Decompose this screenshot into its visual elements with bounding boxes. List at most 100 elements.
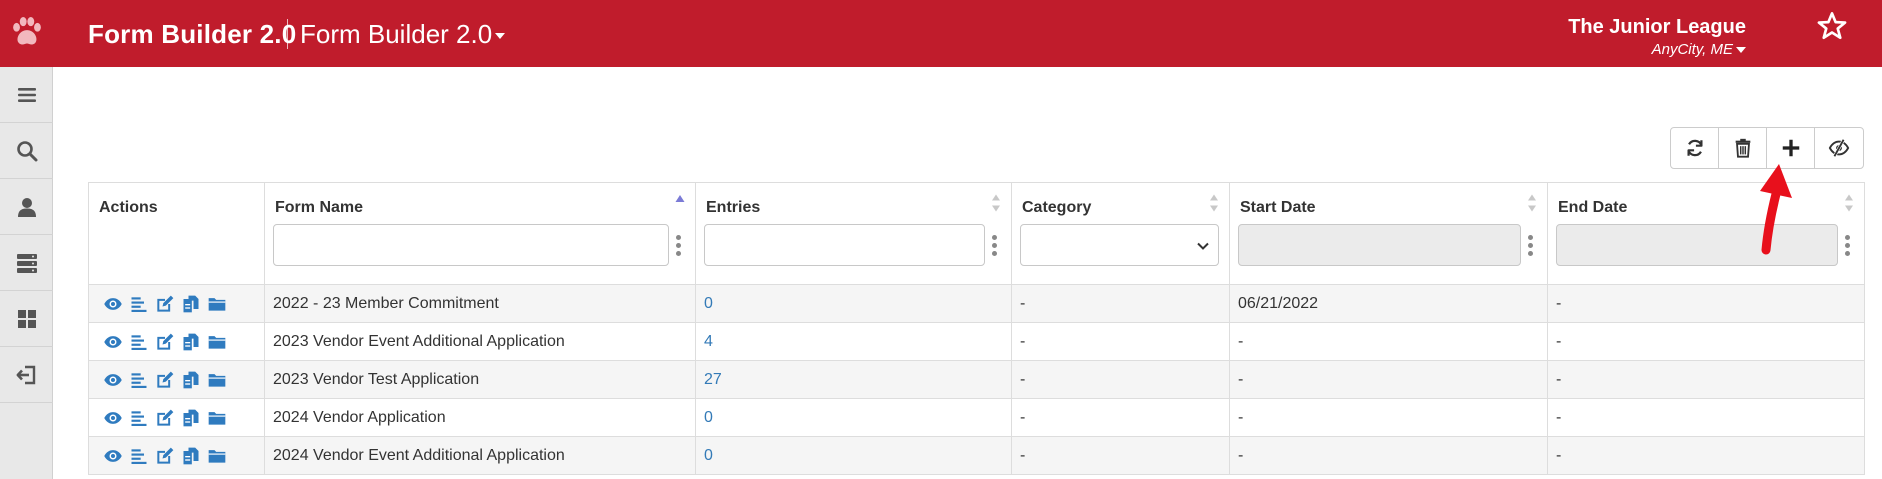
sort-both-icon[interactable] [991,193,1001,213]
list-icon[interactable] [129,408,149,428]
copy-icon[interactable] [181,408,201,428]
plus-icon [1782,139,1799,157]
dashboard-icon [17,309,36,328]
filter-input-end-date[interactable] [1556,224,1838,266]
filter-form-name [273,224,685,266]
row-start-date: 06/21/2022 [1229,284,1548,323]
filter-input-start-date[interactable] [1238,224,1521,266]
sidebar-item-user[interactable] [0,179,53,235]
eye-icon[interactable] [103,370,123,390]
folder-icon[interactable] [207,332,227,352]
folder-icon[interactable] [207,294,227,314]
row-form-name: 2023 Vendor Event Additional Application [264,322,696,361]
edit-icon[interactable] [155,370,175,390]
eye-icon[interactable] [103,408,123,428]
refresh-button[interactable] [1671,128,1719,168]
edit-icon[interactable] [155,294,175,314]
row-actions [97,438,256,474]
refresh-icon [1686,139,1703,157]
row-entries-cell: 0 [695,436,1012,475]
row-category: - [1011,436,1230,475]
column-label-category: Category [1022,199,1092,216]
row-end-date: - [1547,436,1865,475]
edit-icon[interactable] [155,408,175,428]
row-actions [97,362,256,398]
row-entries-link[interactable]: 0 [704,295,713,312]
filter-options-kebab-icon[interactable] [1523,230,1537,260]
sidebar-item-server[interactable] [0,235,53,291]
row-category: - [1011,322,1230,361]
sidebar-item-dashboard[interactable] [0,291,53,347]
add-form-button[interactable] [1767,128,1815,168]
filter-options-kebab-icon[interactable] [1840,230,1854,260]
sidebar-item-logout[interactable] [0,347,53,403]
organization-location: AnyCity, ME [1651,41,1733,58]
top-bar: Form Builder 2.0 Form Builder 2.0 The Ju… [0,0,1882,67]
copy-icon[interactable] [181,370,201,390]
filter-input-form-name[interactable] [273,224,669,266]
chevron-down-icon [1197,242,1209,250]
eye-icon[interactable] [103,446,123,466]
edit-icon[interactable] [155,332,175,352]
app-switcher-dropdown[interactable]: Form Builder 2.0 [300,19,506,50]
row-entries-cell: 4 [695,322,1012,361]
row-start-date: - [1229,322,1548,361]
app-switcher-label: Form Builder 2.0 [300,19,493,49]
column-header-form-name[interactable]: Form Name [264,182,696,285]
folder-icon[interactable] [207,446,227,466]
star-icon[interactable] [1816,10,1848,42]
table-row: 2024 Vendor Event Additional Application… [88,436,1865,475]
list-icon[interactable] [129,370,149,390]
row-form-name: 2022 - 23 Member Commitment [264,284,696,323]
toggle-columns-button[interactable] [1815,128,1863,168]
sidebar-item-search[interactable] [0,123,53,179]
row-actions [97,324,256,360]
filter-options-kebab-icon[interactable] [671,230,685,260]
copy-icon[interactable] [181,332,201,352]
organization-location-dropdown[interactable]: AnyCity, ME [1568,41,1746,58]
column-header-category[interactable]: Category [1011,182,1230,285]
delete-button[interactable] [1719,128,1767,168]
table-toolbar [1670,127,1864,169]
sort-both-icon[interactable] [1527,193,1537,213]
filter-input-entries[interactable] [704,224,985,266]
forms-table: Actions Form Name Entries Category Start… [88,182,1865,475]
filter-start-date [1238,224,1537,266]
copy-icon[interactable] [181,294,201,314]
eye-icon[interactable] [103,332,123,352]
copy-icon[interactable] [181,446,201,466]
edit-icon[interactable] [155,446,175,466]
row-entries-link[interactable]: 4 [704,333,713,350]
paw-logo-icon[interactable] [8,14,46,52]
sidebar-item-menu[interactable] [0,67,53,123]
filter-select-category[interactable] [1020,224,1219,266]
list-icon[interactable] [129,332,149,352]
table-row: 2024 Vendor Application 0 - - - [88,398,1865,437]
column-header-start-date[interactable]: Start Date [1229,182,1548,285]
row-entries-link[interactable]: 0 [704,447,713,464]
folder-icon[interactable] [207,370,227,390]
row-start-date: - [1229,436,1548,475]
column-label-actions: Actions [99,199,158,216]
folder-icon[interactable] [207,408,227,428]
row-form-name: 2024 Vendor Application [264,398,696,437]
row-entries-link[interactable]: 0 [704,409,713,426]
sort-both-icon[interactable] [1844,193,1854,213]
eye-icon[interactable] [103,294,123,314]
column-header-entries[interactable]: Entries [695,182,1012,285]
row-actions [97,400,256,436]
menu-icon [17,87,36,102]
sort-ascending-icon[interactable] [675,193,685,213]
sort-both-icon[interactable] [1209,193,1219,213]
row-entries-link[interactable]: 27 [704,371,722,388]
brand-title[interactable]: Form Builder 2.0 [88,19,296,50]
column-label-entries: Entries [706,199,761,216]
eye-slash-icon [1828,138,1850,158]
brand-divider [287,19,288,49]
column-header-end-date[interactable]: End Date [1547,182,1865,285]
row-end-date: - [1547,360,1865,399]
filter-options-kebab-icon[interactable] [987,230,1001,260]
list-icon[interactable] [129,446,149,466]
row-category: - [1011,398,1230,437]
list-icon[interactable] [129,294,149,314]
